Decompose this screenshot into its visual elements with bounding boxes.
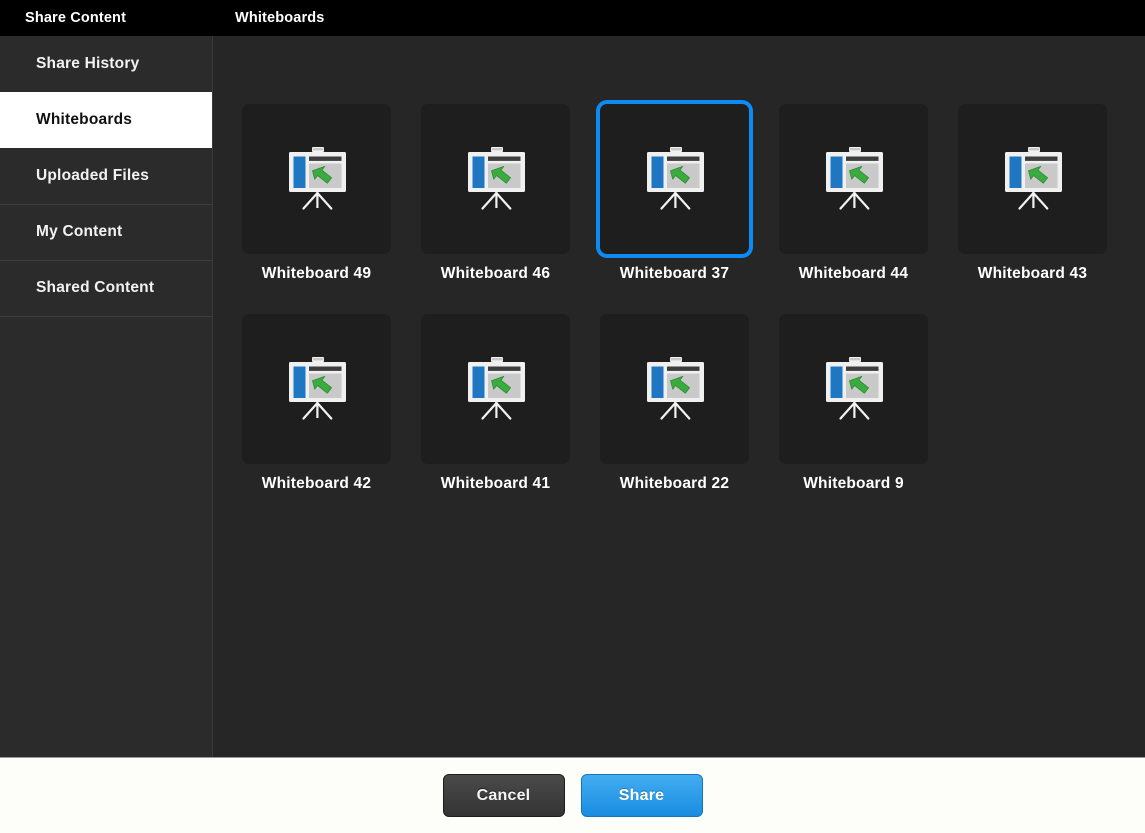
whiteboard-thumbnail-4[interactable] (958, 104, 1107, 254)
share-button[interactable]: Share (580, 774, 703, 817)
whiteboard-cell-0: Whiteboard 49 (227, 104, 406, 314)
sidebar-item-my-content[interactable]: My Content (0, 204, 212, 260)
whiteboard-label: Whiteboard 42 (261, 475, 372, 492)
sidebar-item-uploaded-files[interactable]: Uploaded Files (0, 148, 212, 204)
presentation-easel-icon (811, 134, 897, 225)
whiteboard-thumbnail-1[interactable] (421, 104, 570, 254)
presentation-easel-icon (811, 344, 897, 435)
whiteboard-cell-2: Whiteboard 37 (585, 104, 764, 314)
whiteboard-label: Whiteboard 22 (619, 475, 730, 492)
sidebar-item-share-history[interactable]: Share History (0, 36, 212, 92)
presentation-easel-icon (453, 134, 539, 225)
whiteboard-thumbnail-3[interactable] (779, 104, 928, 254)
whiteboard-label: Whiteboard 9 (803, 475, 904, 492)
titlebar-left-region: Share Content (0, 10, 213, 26)
titlebar-right-region: Whiteboards (213, 10, 1145, 26)
whiteboard-thumbnail-0[interactable] (242, 104, 391, 254)
page-title: Share Content (25, 10, 127, 26)
whiteboard-label: Whiteboard 49 (261, 265, 372, 282)
whiteboard-cell-3: Whiteboard 44 (764, 104, 943, 314)
whiteboard-label: Whiteboard 44 (798, 265, 909, 282)
whiteboard-label: Whiteboard 41 (440, 475, 551, 492)
whiteboard-thumbnail-8[interactable] (779, 314, 928, 464)
sidebar-item-label: Uploaded Files (36, 167, 150, 184)
sidebar-item-whiteboards[interactable]: Whiteboards (0, 92, 212, 148)
content-area: Whiteboard 49 Whiteboard 46 Whiteboard 3… (213, 36, 1145, 757)
whiteboard-grid: Whiteboard 49 Whiteboard 46 Whiteboard 3… (227, 104, 1145, 524)
whiteboard-cell-4: Whiteboard 43 (943, 104, 1122, 314)
sidebar-item-label: Shared Content (36, 279, 155, 296)
whiteboard-thumbnail-6[interactable] (421, 314, 570, 464)
whiteboard-cell-7: Whiteboard 22 (585, 314, 764, 524)
whiteboard-cell-6: Whiteboard 41 (406, 314, 585, 524)
presentation-easel-icon (274, 344, 360, 435)
footer-action-bar: Cancel Share (0, 757, 1145, 833)
presentation-easel-icon (274, 134, 360, 225)
whiteboard-cell-1: Whiteboard 46 (406, 104, 585, 314)
presentation-easel-icon (632, 134, 718, 225)
presentation-easel-icon (632, 344, 718, 435)
share-content-dialog: Share Content Whiteboards Share History … (0, 0, 1145, 833)
whiteboard-thumbnail-2[interactable] (600, 104, 749, 254)
sidebar-empty-area (0, 316, 212, 757)
whiteboard-cell-5: Whiteboard 42 (227, 314, 406, 524)
titlebar: Share Content Whiteboards (0, 0, 1145, 36)
sidebar-item-label: My Content (36, 223, 123, 240)
section-title: Whiteboards (235, 10, 325, 26)
presentation-easel-icon (990, 134, 1076, 225)
sidebar-item-shared-content[interactable]: Shared Content (0, 260, 212, 316)
whiteboard-label: Whiteboard 46 (440, 265, 551, 282)
sidebar-item-label: Share History (36, 55, 140, 72)
presentation-easel-icon (453, 344, 539, 435)
whiteboard-label: Whiteboard 43 (977, 265, 1088, 282)
whiteboard-cell-8: Whiteboard 9 (764, 314, 943, 524)
whiteboard-label: Whiteboard 37 (619, 265, 730, 282)
sidebar: Share History Whiteboards Uploaded Files… (0, 36, 213, 757)
dialog-body: Share History Whiteboards Uploaded Files… (0, 36, 1145, 757)
whiteboard-thumbnail-5[interactable] (242, 314, 391, 464)
sidebar-item-label: Whiteboards (36, 111, 133, 128)
cancel-button[interactable]: Cancel (442, 774, 565, 817)
whiteboard-thumbnail-7[interactable] (600, 314, 749, 464)
